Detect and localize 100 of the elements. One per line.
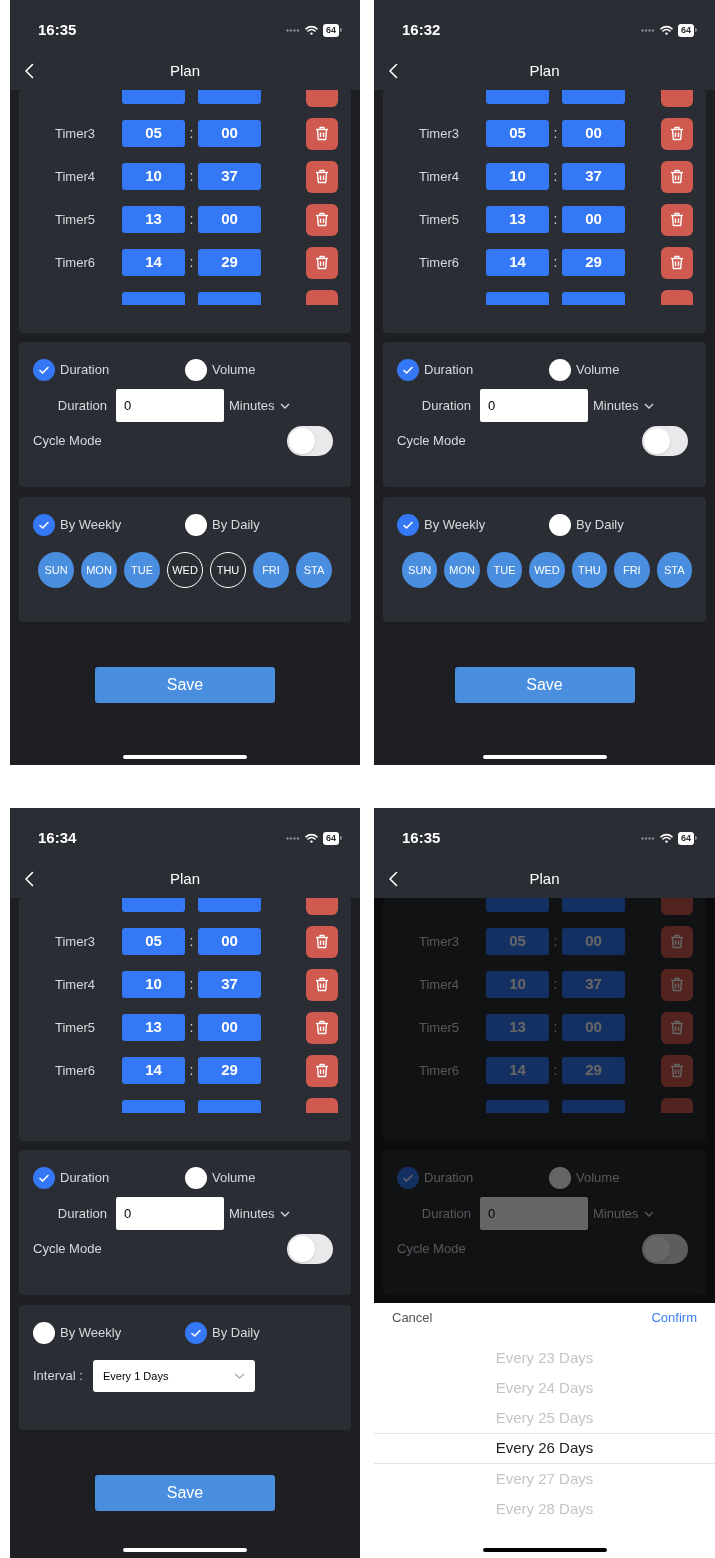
save-button[interactable]: Save [454, 667, 635, 703]
delete-button[interactable] [661, 203, 693, 236]
save-button[interactable]: Save [95, 1475, 275, 1511]
day-button[interactable]: STA [296, 552, 332, 588]
radio-button[interactable] [185, 1167, 207, 1189]
confirm-button[interactable]: Confirm [651, 1308, 697, 1328]
unit-dropdown[interactable]: Minutes [229, 395, 290, 416]
hour-field[interactable]: 13 [122, 1014, 185, 1041]
duration-input[interactable]: 0 [480, 389, 588, 422]
minute-field[interactable]: 29 [198, 249, 261, 276]
radio-button[interactable] [33, 514, 55, 536]
hour-field[interactable]: 10 [486, 971, 549, 998]
hour-field[interactable]: 14 [122, 249, 185, 276]
status-time: 16:34 [38, 827, 77, 848]
radio-button[interactable] [33, 1322, 55, 1344]
radio-button[interactable] [185, 1322, 207, 1344]
status-time: 16:35 [402, 827, 441, 848]
radio-button[interactable] [185, 359, 207, 381]
radio-button[interactable] [397, 359, 419, 381]
radio-button[interactable] [397, 1167, 419, 1189]
duration-input[interactable]: 0 [116, 1197, 224, 1230]
hour-field[interactable]: 10 [486, 163, 549, 190]
hour-field[interactable]: 05 [122, 120, 185, 147]
hour-field[interactable]: 10 [122, 971, 185, 998]
day-button[interactable]: THU [571, 552, 608, 588]
back-icon[interactable] [24, 63, 34, 79]
time-separator: : [552, 1061, 559, 1080]
delete-button[interactable] [306, 203, 338, 236]
toggle-switch[interactable] [287, 1234, 333, 1264]
radio-button[interactable] [185, 514, 207, 536]
minute-field[interactable]: 29 [562, 249, 625, 276]
radio-button[interactable] [549, 359, 571, 381]
day-button[interactable]: WED [529, 552, 565, 588]
timer-label: Timer4 [419, 975, 460, 994]
minute-field[interactable]: 00 [198, 928, 261, 955]
delete-button[interactable] [306, 1011, 338, 1044]
hour-field[interactable]: 05 [486, 120, 549, 147]
hour-field[interactable]: 05 [122, 928, 185, 955]
minute-field[interactable]: 00 [562, 120, 625, 147]
minute-field[interactable]: 00 [198, 1014, 261, 1041]
delete-button[interactable] [306, 117, 338, 150]
day-button[interactable]: STA [656, 552, 692, 588]
minute-field[interactable]: 37 [198, 163, 261, 190]
day-button[interactable]: FRI [253, 552, 289, 588]
duration-input[interactable]: 0 [480, 1197, 588, 1230]
hour-field[interactable]: 05 [486, 928, 549, 955]
radio-button[interactable] [549, 1167, 571, 1189]
radio-button[interactable] [33, 359, 55, 381]
minute-field[interactable]: 00 [198, 120, 261, 147]
hour-field[interactable]: 14 [486, 249, 549, 276]
radio-button[interactable] [397, 514, 419, 536]
day-button[interactable]: SUN [38, 552, 74, 588]
screen-title: Plan [170, 868, 200, 889]
hour-field[interactable]: 13 [486, 206, 549, 233]
back-icon[interactable] [388, 871, 398, 887]
radio-button[interactable] [549, 514, 571, 536]
toggle-switch[interactable] [642, 426, 688, 456]
back-icon[interactable] [388, 63, 398, 79]
day-button[interactable]: TUE [124, 552, 160, 588]
minute-field[interactable]: 37 [562, 163, 625, 190]
delete-button[interactable] [306, 160, 338, 193]
hour-field[interactable]: 14 [486, 1057, 549, 1084]
minute-field[interactable]: 29 [198, 1057, 261, 1084]
minute-field[interactable]: 00 [562, 928, 625, 955]
toggle-switch[interactable] [287, 426, 333, 456]
minute-field[interactable]: 37 [198, 971, 261, 998]
day-button[interactable]: MON [444, 552, 480, 588]
duration-input[interactable]: 0 [116, 389, 224, 422]
delete-button[interactable] [306, 968, 338, 1001]
delete-button[interactable] [306, 925, 338, 958]
unit-dropdown[interactable]: Minutes [593, 395, 654, 416]
delete-button[interactable] [661, 117, 693, 150]
delete-button[interactable] [661, 246, 693, 279]
hour-field[interactable]: 14 [122, 1057, 185, 1084]
save-button[interactable]: Save [95, 667, 275, 703]
day-button[interactable]: MON [81, 552, 117, 588]
delete-button[interactable] [306, 246, 338, 279]
hour-field[interactable]: 13 [122, 206, 185, 233]
cancel-button[interactable]: Cancel [392, 1308, 433, 1328]
minute-field[interactable]: 29 [562, 1057, 625, 1084]
back-icon[interactable] [24, 871, 34, 887]
delete-button[interactable] [661, 160, 693, 193]
delete-button[interactable] [306, 1054, 338, 1087]
hour-field[interactable]: 10 [122, 163, 185, 190]
toggle-switch[interactable] [642, 1234, 688, 1264]
radio-button[interactable] [33, 1167, 55, 1189]
hour-field[interactable]: 13 [486, 1014, 549, 1041]
day-button[interactable]: SUN [402, 552, 438, 588]
picker-option[interactable]: Every 26 Days [374, 1433, 715, 1464]
minute-field[interactable]: 00 [198, 206, 261, 233]
minute-field[interactable]: 00 [562, 206, 625, 233]
timer-label: Timer3 [55, 124, 96, 143]
day-button[interactable]: FRI [614, 552, 650, 588]
unit-dropdown[interactable]: Minutes [229, 1203, 290, 1224]
timer-label: Timer6 [419, 253, 460, 272]
day-button[interactable]: TUE [486, 552, 523, 588]
minute-field[interactable]: 37 [562, 971, 625, 998]
minute-field[interactable]: 00 [562, 1014, 625, 1041]
interval-dropdown[interactable]: Every 1 Days [93, 1360, 255, 1392]
unit-dropdown[interactable]: Minutes [593, 1203, 654, 1224]
